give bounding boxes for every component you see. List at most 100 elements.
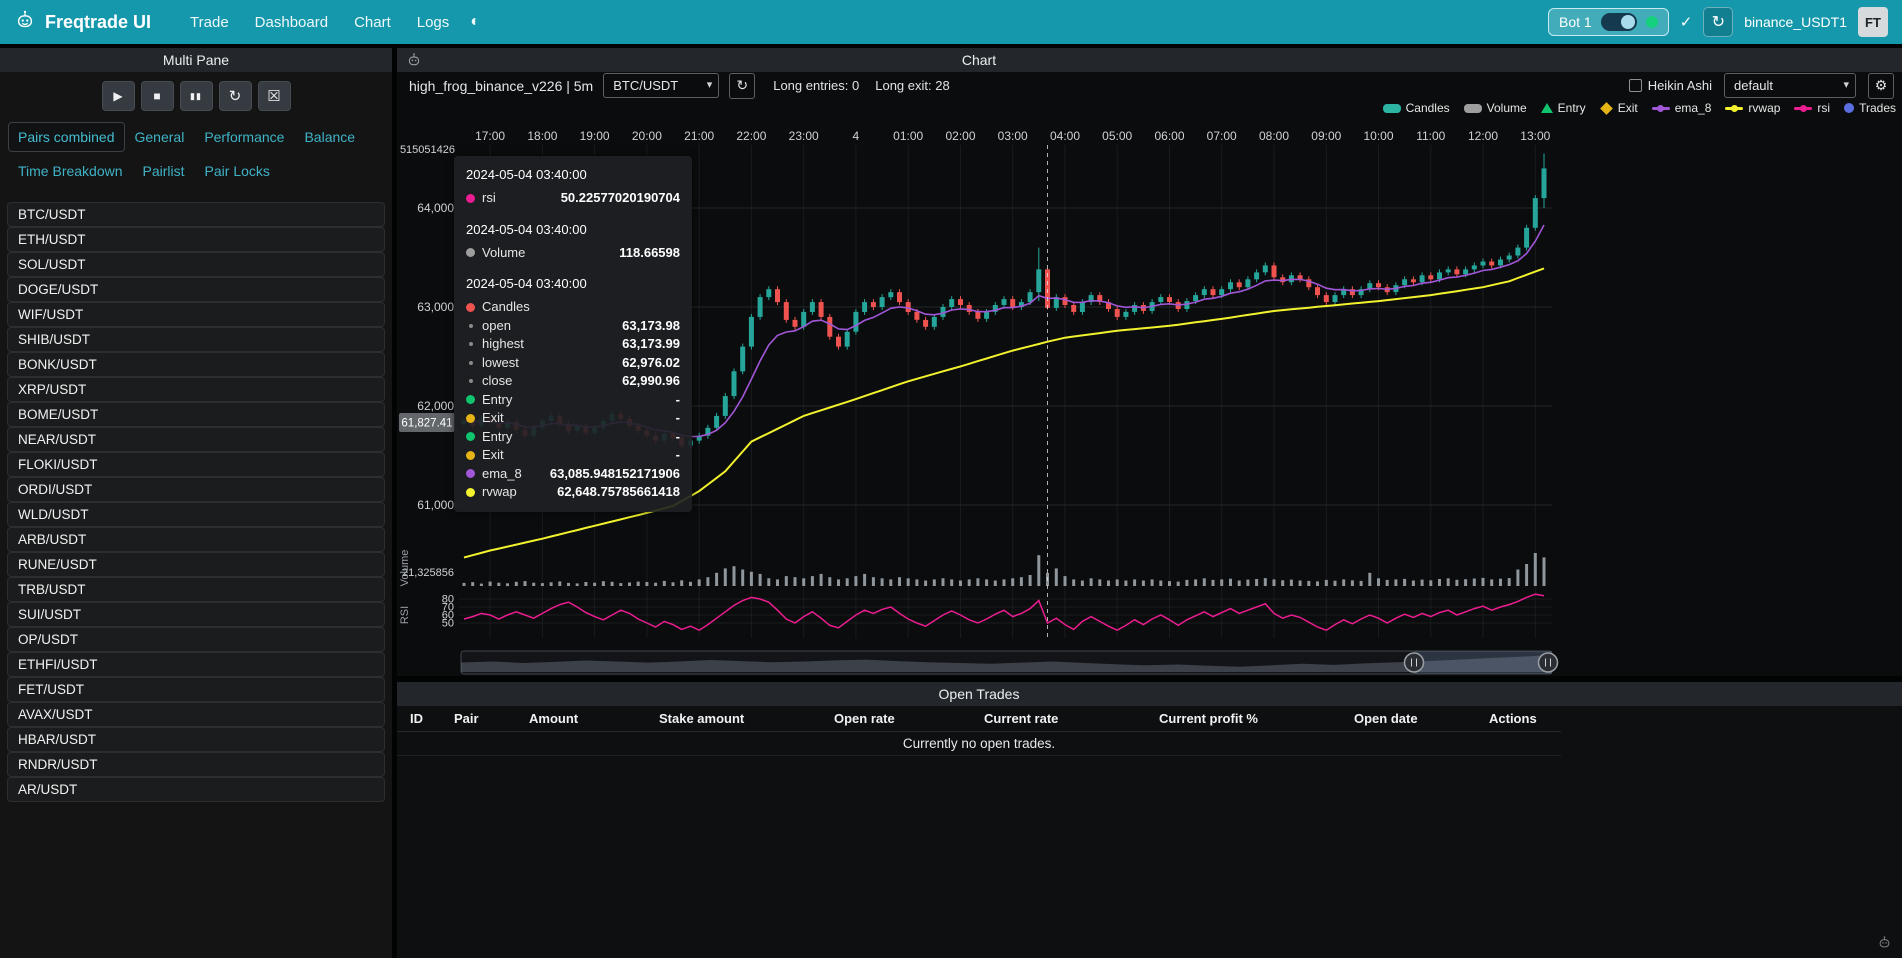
refresh-chart-button[interactable]: ↻ xyxy=(729,73,755,99)
pair-item[interactable]: RUNE/USDT xyxy=(7,552,385,577)
svg-text:07:00: 07:00 xyxy=(1207,129,1237,143)
svg-text:61,000: 61,000 xyxy=(417,498,454,512)
pair-item[interactable]: SHIB/USDT xyxy=(7,327,385,352)
heikin-ashi-checkbox[interactable] xyxy=(1629,79,1642,92)
tooltip-label: highest xyxy=(482,335,524,354)
refresh-button[interactable]: ↻ xyxy=(219,81,252,111)
tab-pairs-combined[interactable]: Pairs combined xyxy=(8,122,125,152)
legend-item-entry[interactable]: Entry xyxy=(1541,101,1586,115)
tab-performance[interactable]: Performance xyxy=(194,122,294,152)
brand-title: Freqtrade UI xyxy=(45,12,151,33)
pair-item[interactable]: ARB/USDT xyxy=(7,527,385,552)
theme-toggle-icon[interactable]: ◐ xyxy=(470,13,480,31)
column-header-current-rate: Current rate xyxy=(984,711,1058,726)
pair-item[interactable]: WIF/USDT xyxy=(7,302,385,327)
pair-item[interactable]: TRB/USDT xyxy=(7,577,385,602)
tab-general[interactable]: General xyxy=(125,122,195,152)
play-button[interactable]: ▶ xyxy=(102,81,135,111)
legend-line-marker xyxy=(1725,107,1743,110)
tab-pairlist[interactable]: Pairlist xyxy=(133,156,195,186)
legend-item-ema-8[interactable]: ema_8 xyxy=(1652,101,1712,115)
pair-item[interactable]: RNDR/USDT xyxy=(7,752,385,777)
pair-item[interactable]: NEAR/USDT xyxy=(7,427,385,452)
pair-item[interactable]: OP/USDT xyxy=(7,627,385,652)
pair-item[interactable]: FET/USDT xyxy=(7,677,385,702)
bot-toggle[interactable] xyxy=(1601,13,1637,31)
legend-pill-marker xyxy=(1464,104,1482,113)
nav-link-dashboard[interactable]: Dashboard xyxy=(255,14,328,31)
chart-toolbar-right: Heikin Ashi default ▾ ⚙ xyxy=(1629,73,1894,99)
open-trades-table: IDPairAmountStake amountOpen rateCurrent… xyxy=(397,706,1902,756)
strategy-timeframe-label: high_frog_binance_v226 | 5m xyxy=(409,78,593,94)
series-dot-icon xyxy=(466,451,475,460)
pair-item[interactable]: HBAR/USDT xyxy=(7,727,385,752)
refresh-bot-button[interactable]: ↻ xyxy=(1703,7,1733,37)
legend-item-trades[interactable]: Trades xyxy=(1844,101,1896,115)
tooltip-value: - xyxy=(662,446,680,465)
series-dot-icon xyxy=(466,395,475,404)
tooltip-value: 63,173.98 xyxy=(608,317,680,336)
nav-link-logs[interactable]: Logs xyxy=(417,14,450,31)
navbar-right: Bot 1 ✓ ↻ binance_USDT1 FT xyxy=(1548,7,1888,37)
svg-text:23:00: 23:00 xyxy=(789,129,819,143)
pair-item[interactable]: ORDI/USDT xyxy=(7,477,385,502)
tooltip-label: lowest xyxy=(482,354,519,373)
tab-balance[interactable]: Balance xyxy=(294,122,365,152)
series-dot-icon xyxy=(466,194,475,203)
pair-item[interactable]: BTC/USDT xyxy=(7,202,385,227)
legend-item-rsi[interactable]: rsi xyxy=(1794,101,1830,115)
pair-item[interactable]: AR/USDT xyxy=(7,777,385,802)
stop-button[interactable]: ■ xyxy=(141,81,174,111)
pair-select[interactable]: BTC/USDT ▾ xyxy=(603,73,719,98)
legend-label: Entry xyxy=(1558,101,1586,115)
legend-item-rvwap[interactable]: rvwap xyxy=(1725,101,1780,115)
tooltip-row: Volume118.66598 xyxy=(466,244,680,263)
pair-item[interactable]: AVAX/USDT xyxy=(7,702,385,727)
trades-table-header: IDPairAmountStake amountOpen rateCurrent… xyxy=(397,706,1561,732)
legend-circle-marker xyxy=(1844,103,1854,113)
legend-pill-marker xyxy=(1383,104,1401,113)
legend-item-exit[interactable]: Exit xyxy=(1600,101,1638,115)
tooltip-value: 62,976.02 xyxy=(608,354,680,373)
pair-item[interactable]: SUI/USDT xyxy=(7,602,385,627)
bot-selector[interactable]: Bot 1 xyxy=(1548,8,1669,36)
plot-settings-gear-icon[interactable]: ⚙ xyxy=(1868,73,1894,99)
svg-text:01:00: 01:00 xyxy=(893,129,923,143)
svg-text:RSI: RSI xyxy=(399,606,411,624)
pair-item[interactable]: DOGE/USDT xyxy=(7,277,385,302)
tooltip-row: open63,173.98 xyxy=(466,317,680,336)
pair-item[interactable]: ETHFI/USDT xyxy=(7,652,385,677)
clear-chart-button[interactable]: ☒ xyxy=(258,81,291,111)
legend-item-candles[interactable]: Candles xyxy=(1383,101,1450,115)
user-avatar[interactable]: FT xyxy=(1858,7,1888,37)
scroll-to-bot-icon[interactable] xyxy=(1877,935,1892,955)
legend-label: rsi xyxy=(1817,101,1830,115)
svg-text:20:00: 20:00 xyxy=(632,129,662,143)
nav-link-trade[interactable]: Trade xyxy=(190,14,229,31)
pair-item[interactable]: BONK/USDT xyxy=(7,352,385,377)
tooltip-date: 2024-05-04 03:40:00 xyxy=(466,221,680,239)
bullet-icon xyxy=(469,324,473,328)
svg-text:06:00: 06:00 xyxy=(1154,129,1184,143)
home-link[interactable]: Freqtrade UI xyxy=(14,9,151,36)
tooltip-row: close62,990.96 xyxy=(466,372,680,391)
pair-item[interactable]: ETH/USDT xyxy=(7,227,385,252)
pair-item[interactable]: FLOKI/USDT xyxy=(7,452,385,477)
long-entries-label: Long entries: 0 xyxy=(773,78,859,93)
column-header-actions: Actions xyxy=(1489,711,1537,726)
navbar: Freqtrade UI Trade Dashboard Chart Logs ◐ B… xyxy=(0,0,1902,44)
pair-item[interactable]: XRP/USDT xyxy=(7,377,385,402)
pair-item[interactable]: BOME/USDT xyxy=(7,402,385,427)
pause-button[interactable]: ▮▮ xyxy=(180,81,213,111)
svg-text:12:00: 12:00 xyxy=(1468,129,1498,143)
legend-label: Volume xyxy=(1487,101,1527,115)
pair-item[interactable]: SOL/USDT xyxy=(7,252,385,277)
tab-time-breakdown[interactable]: Time Breakdown xyxy=(8,156,133,186)
legend-item-volume[interactable]: Volume xyxy=(1464,101,1527,115)
nav-link-chart[interactable]: Chart xyxy=(354,14,391,31)
pair-item[interactable]: WLD/USDT xyxy=(7,502,385,527)
bullet-icon xyxy=(469,379,473,383)
tab-pair-locks[interactable]: Pair Locks xyxy=(195,156,280,186)
navbar-links: Trade Dashboard Chart Logs xyxy=(177,14,462,31)
plot-config-select[interactable]: default ▾ xyxy=(1724,73,1856,98)
